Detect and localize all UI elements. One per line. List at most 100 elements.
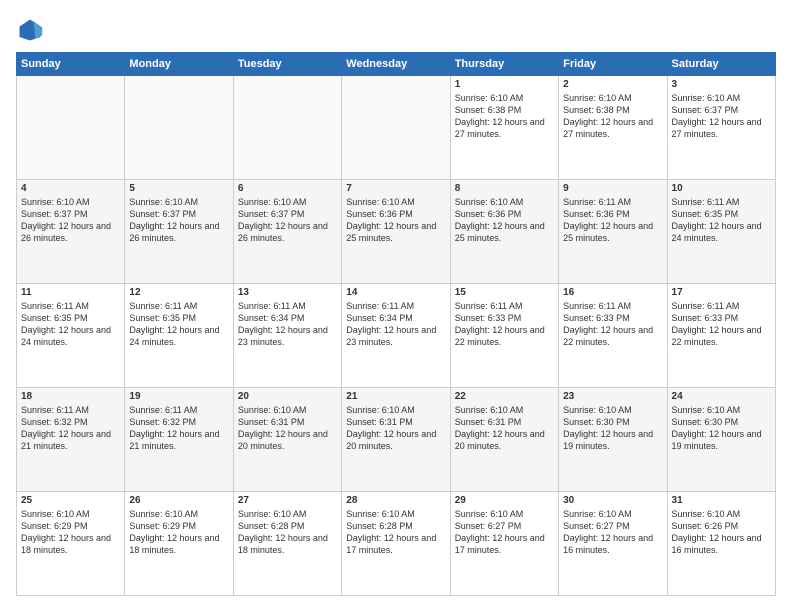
day-number: 2 <box>563 79 662 90</box>
calendar-cell <box>125 76 233 180</box>
calendar-cell: 15Sunrise: 6:11 AM Sunset: 6:33 PM Dayli… <box>450 284 558 388</box>
page: SundayMondayTuesdayWednesdayThursdayFrid… <box>0 0 792 612</box>
weekday-header-row: SundayMondayTuesdayWednesdayThursdayFrid… <box>17 53 776 76</box>
calendar-cell: 21Sunrise: 6:10 AM Sunset: 6:31 PM Dayli… <box>342 388 450 492</box>
calendar-cell: 14 Sunrise: 6:11 AM Sunset: 6:34 PM Dayli… <box>342 284 450 388</box>
day-info: Sunrise: 6:11 AM Sunset: 6:33 PM Dayligh… <box>455 300 554 349</box>
day-number: 12 <box>129 287 228 298</box>
day-number: 9 <box>563 183 662 194</box>
calendar-week-3: 11 Sunrise: 6:11 AM Sunset: 6:35 PM Dayli… <box>17 284 776 388</box>
day-number: 14 <box>346 287 445 298</box>
day-info: Sunrise: 6:11 AM Sunset: 6:33 PM Dayligh… <box>563 300 662 349</box>
calendar-week-2: 4 Sunrise: 6:10 AM Sunset: 6:37 PM Daylig… <box>17 180 776 284</box>
weekday-header-wednesday: Wednesday <box>342 53 450 76</box>
day-info: Sunrise: 6:11 AM Sunset: 6:33 PM Dayligh… <box>672 300 771 349</box>
day-info: Sunrise: 6:11 AM Sunset: 6:32 PM Dayligh… <box>21 404 120 453</box>
calendar-cell: 26 Sunrise: 6:10 AM Sunset: 6:29 PM Dayli… <box>125 492 233 596</box>
day-info: Sunrise: 6:11 AM Sunset: 6:34 PM Dayligh… <box>346 300 445 349</box>
day-number: 24 <box>672 391 771 402</box>
calendar-week-5: 25 Sunrise: 6:10 AM Sunset: 6:29 PM Dayli… <box>17 492 776 596</box>
calendar-cell: 31Sunrise: 6:10 AM Sunset: 6:26 PM Dayli… <box>667 492 775 596</box>
calendar-cell: 29Sunrise: 6:10 AM Sunset: 6:27 PM Dayli… <box>450 492 558 596</box>
day-info: Sunrise: 6:10 AM Sunset: 6:28 PM Dayligh… <box>346 508 445 557</box>
calendar-cell: 9 Sunrise: 6:11 AM Sunset: 6:36 PM Daylig… <box>559 180 667 284</box>
day-info: Sunrise: 6:10 AM Sunset: 6:37 PM Dayligh… <box>672 92 771 141</box>
calendar-cell: 16 Sunrise: 6:11 AM Sunset: 6:33 PM Dayli… <box>559 284 667 388</box>
calendar-cell: 27 Sunrise: 6:10 AM Sunset: 6:28 PM Dayli… <box>233 492 341 596</box>
day-info: Sunrise: 6:10 AM Sunset: 6:28 PM Dayligh… <box>238 508 337 557</box>
calendar-cell: 17 Sunrise: 6:11 AM Sunset: 6:33 PM Dayli… <box>667 284 775 388</box>
day-info: Sunrise: 6:11 AM Sunset: 6:36 PM Dayligh… <box>563 196 662 245</box>
day-number: 28 <box>346 495 445 506</box>
day-number: 7 <box>346 183 445 194</box>
calendar-week-1: 1Sunrise: 6:10 AM Sunset: 6:38 PM Daylig… <box>17 76 776 180</box>
day-number: 20 <box>238 391 337 402</box>
day-info: Sunrise: 6:10 AM Sunset: 6:30 PM Dayligh… <box>672 404 771 453</box>
calendar-cell: 20 Sunrise: 6:10 AM Sunset: 6:31 PM Dayli… <box>233 388 341 492</box>
day-info: Sunrise: 6:10 AM Sunset: 6:29 PM Dayligh… <box>129 508 228 557</box>
calendar-cell: 2 Sunrise: 6:10 AM Sunset: 6:38 PM Daylig… <box>559 76 667 180</box>
day-number: 27 <box>238 495 337 506</box>
day-info: Sunrise: 6:10 AM Sunset: 6:27 PM Dayligh… <box>563 508 662 557</box>
calendar-body: 1Sunrise: 6:10 AM Sunset: 6:38 PM Daylig… <box>17 76 776 596</box>
header <box>16 16 776 44</box>
calendar-cell: 3 Sunrise: 6:10 AM Sunset: 6:37 PM Daylig… <box>667 76 775 180</box>
day-number: 25 <box>21 495 120 506</box>
day-info: Sunrise: 6:10 AM Sunset: 6:31 PM Dayligh… <box>455 404 554 453</box>
calendar-cell: 24 Sunrise: 6:10 AM Sunset: 6:30 PM Dayli… <box>667 388 775 492</box>
weekday-header-sunday: Sunday <box>17 53 125 76</box>
day-info: Sunrise: 6:10 AM Sunset: 6:38 PM Dayligh… <box>563 92 662 141</box>
day-info: Sunrise: 6:11 AM Sunset: 6:34 PM Dayligh… <box>238 300 337 349</box>
day-number: 10 <box>672 183 771 194</box>
calendar-cell: 28 Sunrise: 6:10 AM Sunset: 6:28 PM Dayli… <box>342 492 450 596</box>
day-number: 29 <box>455 495 554 506</box>
calendar-cell: 10Sunrise: 6:11 AM Sunset: 6:35 PM Dayli… <box>667 180 775 284</box>
calendar-table: SundayMondayTuesdayWednesdayThursdayFrid… <box>16 52 776 596</box>
day-number: 3 <box>672 79 771 90</box>
calendar-cell: 25 Sunrise: 6:10 AM Sunset: 6:29 PM Dayli… <box>17 492 125 596</box>
calendar-cell: 6 Sunrise: 6:10 AM Sunset: 6:37 PM Daylig… <box>233 180 341 284</box>
weekday-header-friday: Friday <box>559 53 667 76</box>
day-info: Sunrise: 6:11 AM Sunset: 6:35 PM Dayligh… <box>21 300 120 349</box>
calendar-cell: 7Sunrise: 6:10 AM Sunset: 6:36 PM Daylig… <box>342 180 450 284</box>
calendar-week-4: 18 Sunrise: 6:11 AM Sunset: 6:32 PM Dayli… <box>17 388 776 492</box>
calendar-cell: 8Sunrise: 6:10 AM Sunset: 6:36 PM Daylig… <box>450 180 558 284</box>
day-number: 19 <box>129 391 228 402</box>
weekday-header-thursday: Thursday <box>450 53 558 76</box>
day-number: 16 <box>563 287 662 298</box>
day-number: 11 <box>21 287 120 298</box>
day-number: 4 <box>21 183 120 194</box>
day-number: 17 <box>672 287 771 298</box>
weekday-header-monday: Monday <box>125 53 233 76</box>
day-number: 23 <box>563 391 662 402</box>
day-number: 18 <box>21 391 120 402</box>
calendar-cell: 4 Sunrise: 6:10 AM Sunset: 6:37 PM Daylig… <box>17 180 125 284</box>
day-info: Sunrise: 6:10 AM Sunset: 6:37 PM Dayligh… <box>21 196 120 245</box>
weekday-header-tuesday: Tuesday <box>233 53 341 76</box>
day-info: Sunrise: 6:11 AM Sunset: 6:35 PM Dayligh… <box>129 300 228 349</box>
calendar-cell: 19 Sunrise: 6:11 AM Sunset: 6:32 PM Dayli… <box>125 388 233 492</box>
calendar-cell: 22Sunrise: 6:10 AM Sunset: 6:31 PM Dayli… <box>450 388 558 492</box>
calendar-cell: 11 Sunrise: 6:11 AM Sunset: 6:35 PM Dayli… <box>17 284 125 388</box>
calendar-cell: 13Sunrise: 6:11 AM Sunset: 6:34 PM Dayli… <box>233 284 341 388</box>
day-info: Sunrise: 6:10 AM Sunset: 6:30 PM Dayligh… <box>563 404 662 453</box>
day-number: 31 <box>672 495 771 506</box>
day-info: Sunrise: 6:10 AM Sunset: 6:31 PM Dayligh… <box>346 404 445 453</box>
day-info: Sunrise: 6:10 AM Sunset: 6:37 PM Dayligh… <box>238 196 337 245</box>
calendar-cell: 18 Sunrise: 6:11 AM Sunset: 6:32 PM Dayli… <box>17 388 125 492</box>
day-number: 26 <box>129 495 228 506</box>
weekday-header-saturday: Saturday <box>667 53 775 76</box>
day-info: Sunrise: 6:10 AM Sunset: 6:36 PM Dayligh… <box>455 196 554 245</box>
logo <box>16 16 48 44</box>
day-info: Sunrise: 6:10 AM Sunset: 6:37 PM Dayligh… <box>129 196 228 245</box>
day-info: Sunrise: 6:10 AM Sunset: 6:38 PM Dayligh… <box>455 92 554 141</box>
day-info: Sunrise: 6:10 AM Sunset: 6:29 PM Dayligh… <box>21 508 120 557</box>
calendar-cell <box>17 76 125 180</box>
calendar-cell <box>342 76 450 180</box>
calendar-cell: 1Sunrise: 6:10 AM Sunset: 6:38 PM Daylig… <box>450 76 558 180</box>
day-number: 30 <box>563 495 662 506</box>
day-info: Sunrise: 6:11 AM Sunset: 6:32 PM Dayligh… <box>129 404 228 453</box>
day-info: Sunrise: 6:10 AM Sunset: 6:31 PM Dayligh… <box>238 404 337 453</box>
calendar-cell: 5Sunrise: 6:10 AM Sunset: 6:37 PM Daylig… <box>125 180 233 284</box>
day-number: 6 <box>238 183 337 194</box>
